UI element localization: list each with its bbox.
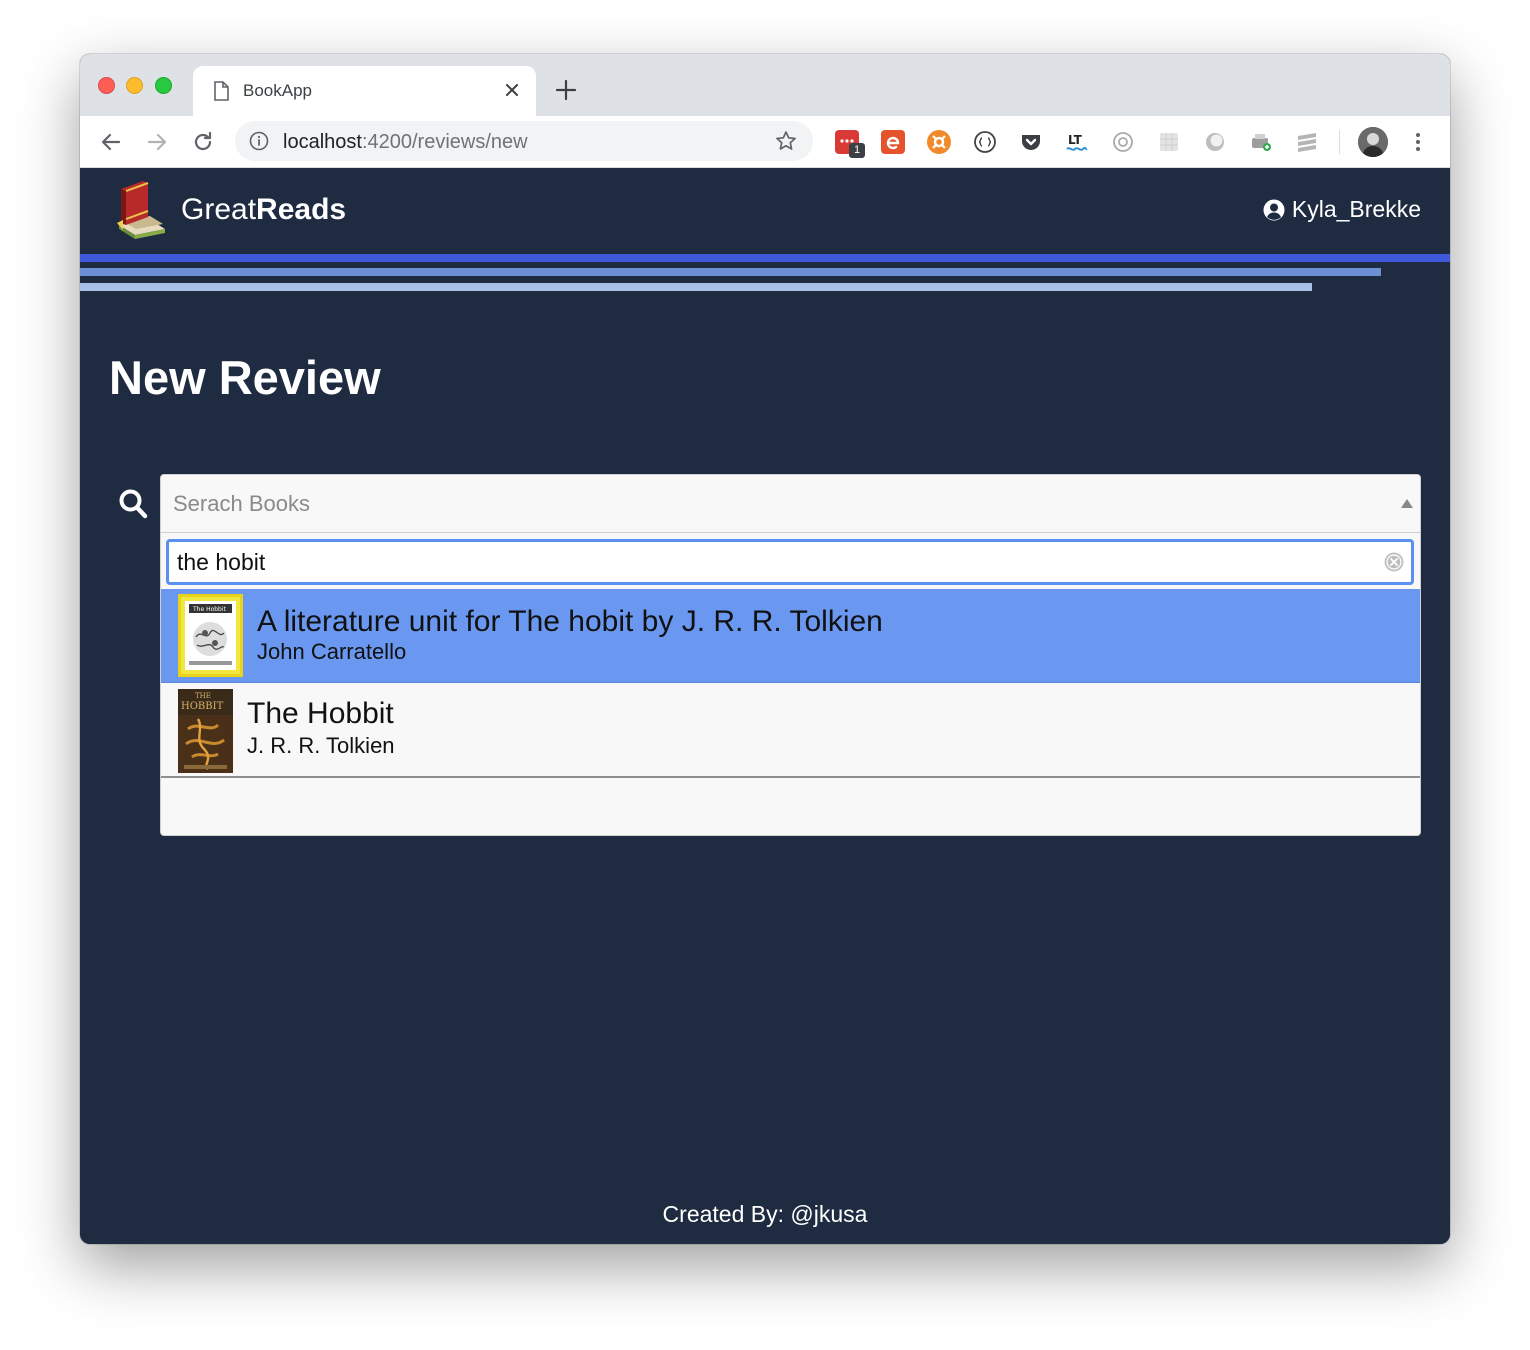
tab-bookapp[interactable]: BookApp [193,66,536,116]
profile-avatar[interactable] [1358,127,1388,157]
book-select-trigger[interactable]: Serach Books [161,475,1420,533]
ext-todo-icon[interactable]: 1 [835,130,865,158]
ext-printer-icon[interactable] [1249,130,1273,154]
user-menu[interactable]: Kyla_Brekke [1262,196,1421,223]
svg-text:The Hobbit: The Hobbit [192,606,227,613]
svg-text:THE: THE [195,692,211,700]
bookmark-star-icon[interactable] [775,130,797,152]
ext-languagetool-icon[interactable]: LT [1065,130,1089,154]
header-stripe-3 [80,283,1312,291]
ext-e-icon[interactable] [881,130,905,154]
user-circle-icon [1263,199,1285,220]
close-window-button[interactable] [98,77,115,94]
ext-pocket-icon[interactable] [1019,130,1043,154]
info-icon[interactable] [249,131,269,151]
caret-up-icon[interactable] [1401,499,1413,508]
browser-menu-icon[interactable] [1406,130,1430,154]
tab-title: BookApp [243,81,312,100]
search-result-option[interactable]: The Hobbit A literature unit for The hob… [161,589,1420,683]
search-icon [119,489,148,519]
url-host: localhost [283,131,362,153]
brand-name-regular: Great [181,193,257,226]
book-select-placeholder: Serach Books [173,491,310,516]
ext-circle-icon[interactable] [1203,130,1227,154]
footer-credit: Created By: @jkusa [662,1201,868,1227]
book-cover-image: The Hobbit [178,594,243,677]
browser-window: BookApp localhost:4200/reviews/new 1 LT … [80,54,1450,1244]
result-author: John Carratello [257,639,407,664]
books-logo-icon[interactable] [113,179,169,241]
book-cover-image: THE HOBBIT [178,689,233,773]
tab-strip: BookApp [80,54,1450,116]
brand-name[interactable]: GreatReads [181,193,346,227]
new-tab-icon[interactable] [554,78,578,102]
url-text: localhost:4200/reviews/new [283,131,528,154]
svg-text:LT: LT [1068,133,1083,147]
page-title: New Review [109,351,381,404]
toolbar-divider [1339,130,1340,154]
book-select-dropdown[interactable]: Serach Books The Hobbit [160,474,1421,836]
address-bar[interactable]: localhost:4200/reviews/new [235,121,813,161]
document-icon [214,81,229,101]
browser-toolbar: localhost:4200/reviews/new 1 LT [80,116,1450,168]
app-page: GreatReads Kyla_Brekke New Review Serach… [80,168,1450,1244]
ext-lifebuoy-icon[interactable] [927,130,951,154]
brand-name-bold: Reads [256,193,347,226]
ext-json-icon[interactable] [973,130,997,154]
forward-icon[interactable] [144,129,170,155]
ext-badge-count: 1 [849,143,865,158]
svg-text:HOBBIT: HOBBIT [181,701,224,712]
result-author: J. R. R. Tolkien [247,733,395,758]
header-stripe-1 [80,254,1450,262]
ext-grid-icon[interactable] [1157,130,1181,154]
search-result-option[interactable]: THE HOBBIT The Hobbit J. R. R. Tolkien [161,684,1420,778]
minimize-window-button[interactable] [126,77,143,94]
book-search-input[interactable] [166,539,1414,585]
reload-icon[interactable] [190,129,216,155]
result-title: A literature unit for The hobit by J. R.… [257,605,883,638]
header-stripe-2 [80,268,1381,276]
close-tab-icon[interactable] [502,80,522,100]
ext-stack-icon[interactable] [1295,130,1319,154]
username-label: Kyla_Brekke [1291,196,1421,222]
ext-eye-icon[interactable] [1111,130,1135,154]
result-title: The Hobbit [247,697,394,730]
maximize-window-button[interactable] [155,77,172,94]
back-icon[interactable] [98,129,124,155]
url-path: :4200/reviews/new [361,131,528,153]
clear-search-icon[interactable] [1383,551,1405,573]
